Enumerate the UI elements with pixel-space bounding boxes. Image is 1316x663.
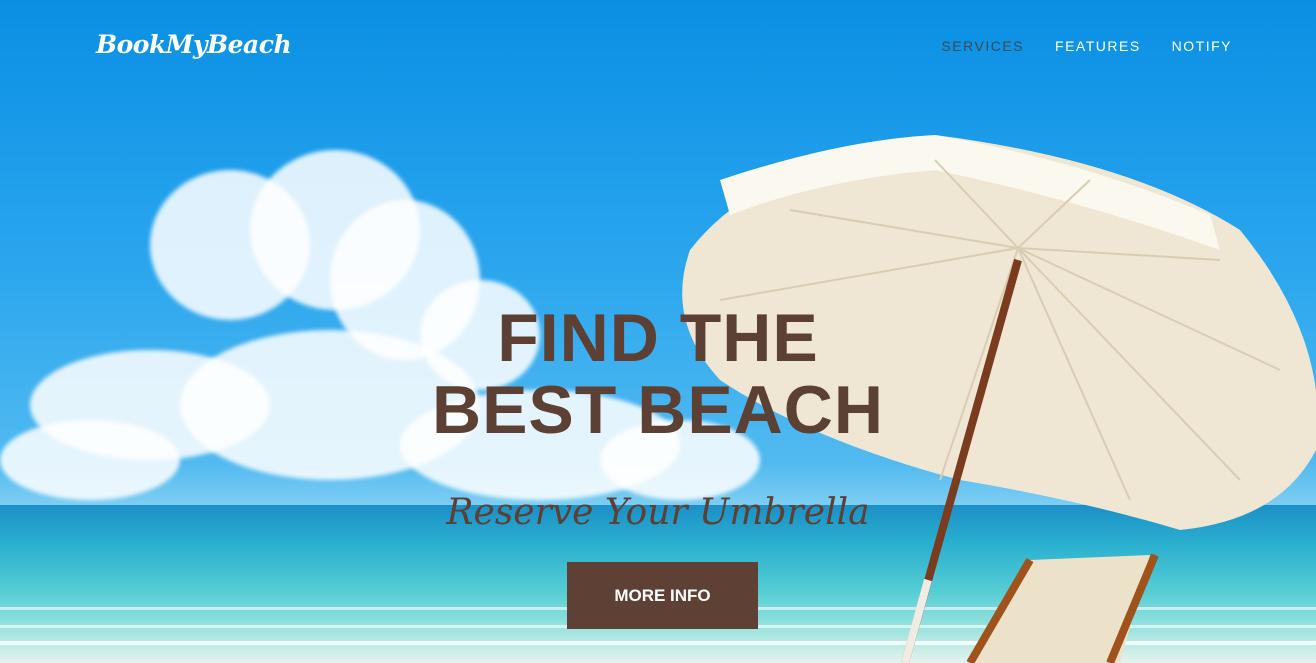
hero-section: BookMyBeach SERVICES FEATURES NOTIFY FIN… (0, 0, 1316, 663)
brand-logo[interactable]: BookMyBeach (96, 30, 292, 59)
hero-subheadline: Reserve Your Umbrella (446, 492, 870, 533)
nav-notify[interactable]: NOTIFY (1172, 38, 1232, 54)
nav-services[interactable]: SERVICES (941, 38, 1024, 54)
headline-line-2: BEST BEACH (431, 372, 885, 448)
main-nav: SERVICES FEATURES NOTIFY (941, 38, 1232, 54)
more-info-button[interactable]: MORE INFO (567, 562, 758, 629)
hero-headline: FIND THE BEST BEACH (0, 302, 1316, 446)
headline-line-1: FIND THE (497, 300, 819, 376)
nav-features[interactable]: FEATURES (1055, 38, 1141, 54)
